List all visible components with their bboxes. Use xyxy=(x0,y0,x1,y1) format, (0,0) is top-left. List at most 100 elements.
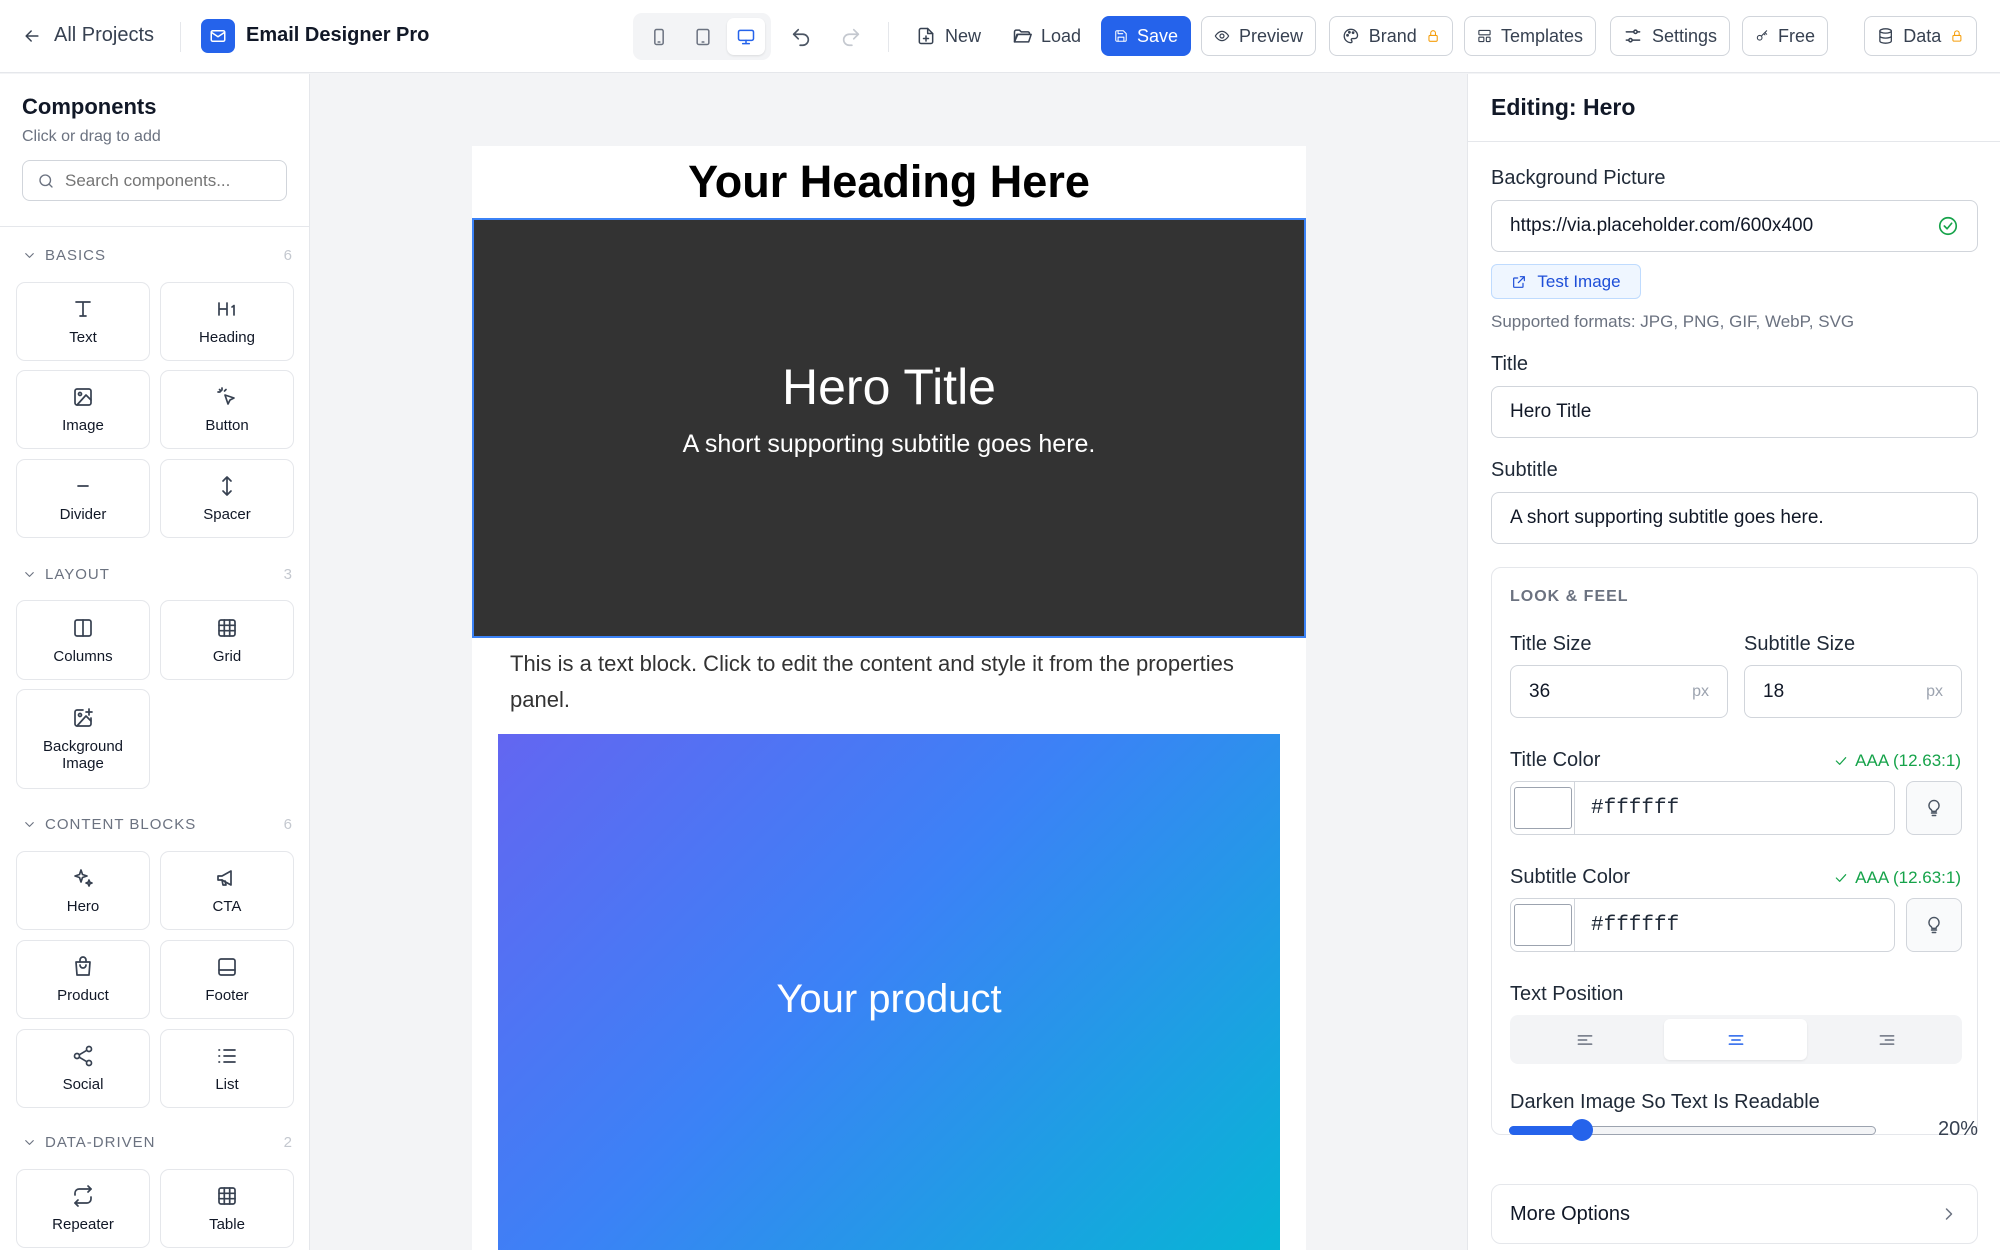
free-plan-button[interactable]: Free xyxy=(1742,16,1828,56)
new-button[interactable]: New xyxy=(916,16,981,56)
subtitle-color-suggest-button[interactable] xyxy=(1906,898,1962,952)
smartphone-icon xyxy=(654,28,664,46)
list-icon xyxy=(218,1049,236,1063)
title-color-suggest-button[interactable] xyxy=(1906,781,1962,835)
slider-thumb[interactable] xyxy=(1571,1119,1594,1141)
component-search-box[interactable] xyxy=(22,160,287,201)
save-label: Save xyxy=(1136,25,1178,46)
hero-title-input[interactable]: Hero Title xyxy=(1491,386,1978,438)
table-icon xyxy=(218,1187,236,1205)
component-list[interactable]: List xyxy=(160,1029,294,1108)
tablet-icon xyxy=(696,28,710,46)
title-label: Title xyxy=(1491,353,1529,375)
tablet-view-button[interactable] xyxy=(688,22,718,52)
brand-label: Brand xyxy=(1368,25,1417,46)
section-label: BASICS xyxy=(45,247,107,264)
image-icon xyxy=(74,388,92,406)
component-label: Background Image xyxy=(42,738,124,772)
section-layout-header[interactable]: LAYOUT 3 xyxy=(22,566,292,583)
component-product[interactable]: Product xyxy=(16,940,150,1019)
darken-slider[interactable] xyxy=(1509,1119,1876,1141)
templates-button[interactable]: Templates xyxy=(1464,16,1596,56)
component-footer[interactable]: Footer xyxy=(160,940,294,1019)
section-content-blocks-header[interactable]: CONTENT BLOCKS 6 xyxy=(22,816,292,833)
component-label: Button xyxy=(205,417,249,434)
align-right-button[interactable] xyxy=(1812,1015,1962,1064)
section-count: 6 xyxy=(283,247,292,264)
align-left-icon xyxy=(1577,1034,1593,1045)
align-left-button[interactable] xyxy=(1510,1015,1660,1064)
look-feel-heading: LOOK & FEEL xyxy=(1510,588,1629,605)
section-label: LAYOUT xyxy=(45,566,110,583)
component-repeater[interactable]: Repeater xyxy=(16,1169,150,1248)
app-logo-icon xyxy=(201,19,235,53)
component-text[interactable]: Text xyxy=(16,282,150,361)
unit-label: px xyxy=(1926,682,1943,700)
hero-block[interactable]: Hero Title A short supporting subtitle g… xyxy=(472,218,1306,638)
lock-icon xyxy=(1428,30,1438,42)
subtitle-color-input[interactable]: #ffffff xyxy=(1510,898,1895,952)
title-size-input[interactable]: 36 px xyxy=(1510,665,1728,718)
component-search-input[interactable] xyxy=(65,170,275,191)
redo-button[interactable] xyxy=(840,26,862,48)
hero-subtitle-input[interactable]: A short supporting subtitle goes here. xyxy=(1491,492,1978,544)
pointer-click-icon xyxy=(217,387,235,405)
section-count: 6 xyxy=(283,816,292,833)
component-grid[interactable]: Grid xyxy=(160,600,294,680)
data-button[interactable]: Data xyxy=(1864,16,1977,56)
mobile-view-button[interactable] xyxy=(644,22,674,52)
component-spacer[interactable]: Spacer xyxy=(160,459,294,538)
preview-button[interactable]: Preview xyxy=(1201,16,1316,56)
back-to-projects-link[interactable]: All Projects xyxy=(22,24,154,47)
sidebar-subtitle: Click or drag to add xyxy=(22,128,161,145)
component-divider[interactable]: Divider xyxy=(16,459,150,538)
search-icon xyxy=(39,173,53,188)
bg-picture-url-input[interactable]: https://via.placeholder.com/600x400 xyxy=(1491,200,1978,252)
section-data-driven-header[interactable]: DATA-DRIVEN 2 xyxy=(22,1134,292,1151)
brand-button[interactable]: Brand xyxy=(1329,16,1453,56)
desktop-view-button[interactable] xyxy=(727,18,765,55)
component-columns[interactable]: Columns xyxy=(16,600,150,680)
component-table[interactable]: Table xyxy=(160,1169,294,1248)
lightbulb-icon xyxy=(1928,799,1940,817)
title-color-swatch[interactable] xyxy=(1511,782,1575,834)
component-button[interactable]: Button xyxy=(160,370,294,449)
component-social[interactable]: Social xyxy=(16,1029,150,1108)
title-color-label: Title Color xyxy=(1510,749,1601,771)
more-options-button[interactable]: More Options xyxy=(1491,1184,1978,1244)
database-icon xyxy=(1879,28,1892,44)
email-heading-block[interactable]: Your Heading Here xyxy=(472,146,1306,218)
save-button[interactable]: Save xyxy=(1101,16,1191,56)
component-image[interactable]: Image xyxy=(16,370,150,449)
title-color-input[interactable]: #ffffff xyxy=(1510,781,1895,835)
data-label: Data xyxy=(1903,25,1942,46)
section-count: 3 xyxy=(283,566,292,583)
text-block[interactable]: This is a text block. Click to edit the … xyxy=(510,646,1280,718)
eye-icon xyxy=(1214,30,1230,42)
shopping-bag-icon xyxy=(75,956,91,976)
title-size-label: Title Size xyxy=(1510,633,1592,655)
subtitle-size-input[interactable]: 18 px xyxy=(1744,665,1962,718)
text-position-label: Text Position xyxy=(1510,983,1624,1005)
product-block[interactable]: Your product xyxy=(498,734,1280,1250)
section-basics-header[interactable]: BASICS 6 xyxy=(22,247,292,264)
settings-button[interactable]: Settings xyxy=(1610,16,1730,56)
component-background-image[interactable]: Background Image xyxy=(16,689,150,789)
undo-button[interactable] xyxy=(790,26,812,48)
component-heading[interactable]: Heading xyxy=(160,282,294,361)
align-center-button[interactable] xyxy=(1664,1019,1807,1060)
folder-open-icon xyxy=(1013,29,1032,43)
load-button[interactable]: Load xyxy=(1012,16,1081,56)
templates-label: Templates xyxy=(1500,25,1583,46)
check-icon xyxy=(1835,757,1847,765)
subtitle-color-swatch[interactable] xyxy=(1511,899,1575,951)
hero-subtitle: A short supporting subtitle goes here. xyxy=(682,429,1096,458)
component-hero[interactable]: Hero xyxy=(16,851,150,930)
component-cta[interactable]: CTA xyxy=(160,851,294,930)
align-right-icon xyxy=(1879,1034,1895,1045)
component-label: Footer xyxy=(205,987,249,1004)
grid-icon xyxy=(218,618,236,637)
lock-icon xyxy=(1952,30,1962,42)
divider xyxy=(0,226,309,227)
test-image-button[interactable]: Test Image xyxy=(1491,264,1641,299)
